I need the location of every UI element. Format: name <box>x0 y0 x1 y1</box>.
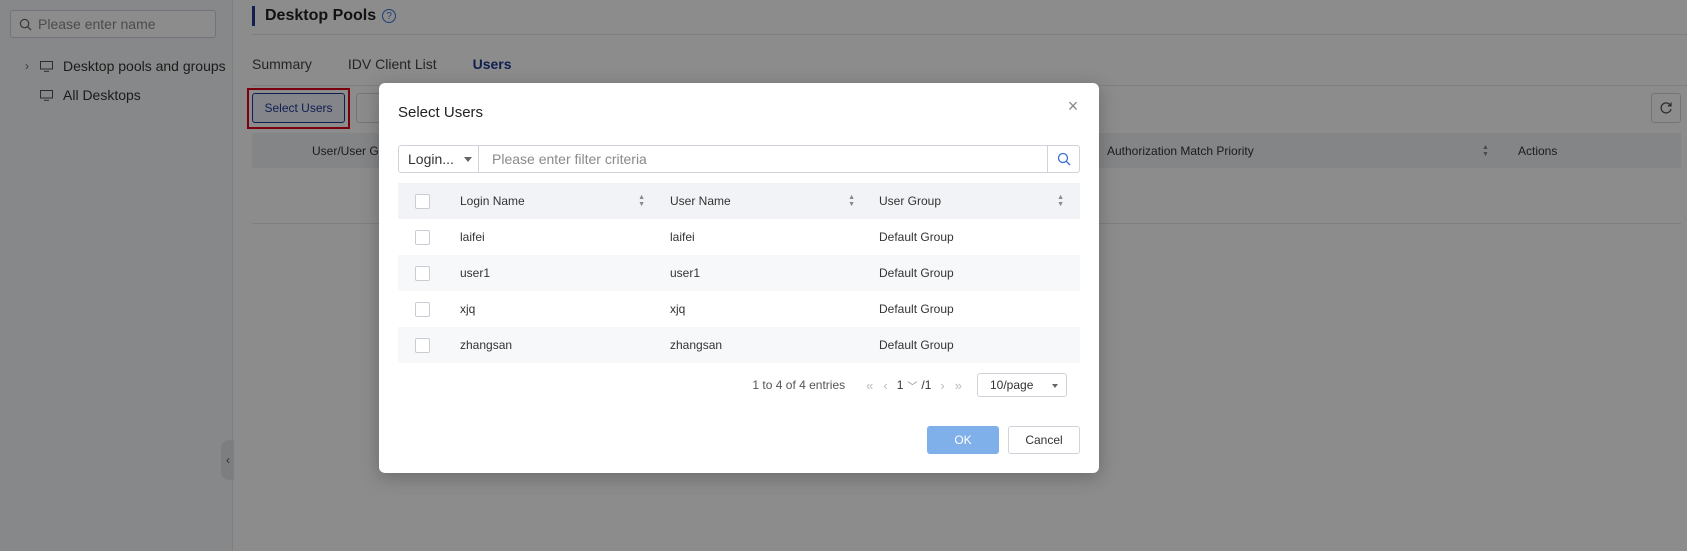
cell-user-name: user1 <box>670 266 701 280</box>
row-checkbox[interactable] <box>415 265 430 281</box>
cell-user-group: Default Group <box>879 302 954 316</box>
filter-field-select[interactable]: Login... <box>399 146 479 172</box>
sort-icon: ▲▼ <box>848 194 855 208</box>
ok-button[interactable]: OK <box>927 426 999 454</box>
page-size-select[interactable]: 10/page <box>977 373 1067 397</box>
column-header-login-name[interactable]: Login Name ▲ ▼ <box>460 194 645 208</box>
dialog-title: Select Users <box>398 104 484 121</box>
table-row[interactable]: laifei laifei Default Group <box>398 219 1080 255</box>
search-icon <box>1057 152 1070 166</box>
select-all-checkbox[interactable] <box>415 193 430 209</box>
filter-bar: Login... <box>398 145 1080 173</box>
cell-login-name: zhangsan <box>460 338 513 352</box>
cell-user-group: Default Group <box>879 230 954 244</box>
last-page-icon[interactable]: » <box>955 378 962 393</box>
first-page-icon[interactable]: « <box>866 378 873 393</box>
row-checkbox[interactable] <box>415 301 430 317</box>
column-header-label: Login Name <box>460 194 525 208</box>
column-header-user-group[interactable]: User Group ▲ ▼ <box>879 194 1064 208</box>
cell-user-name: xjq <box>670 302 686 316</box>
page-size-value: 10/page <box>990 378 1034 392</box>
row-checkbox[interactable] <box>415 229 430 245</box>
total-pages: /1 <box>921 378 932 392</box>
pagination-summary: 1 to 4 of 4 entries <box>752 378 846 392</box>
cell-user-group: Default Group <box>879 338 954 352</box>
filter-input[interactable] <box>479 146 1047 172</box>
close-icon[interactable]: × <box>1065 96 1081 116</box>
cell-user-group: Default Group <box>879 266 954 280</box>
cell-login-name: xjq <box>460 302 476 316</box>
caret-down-icon <box>464 157 472 162</box>
grid-header-row: Login Name ▲ ▼ User Name ▲ ▼ User Group ▲ ▼ <box>398 183 1080 219</box>
select-users-dialog: Select Users × Login... Login Name ▲▼ Use… <box>379 83 1099 473</box>
table-row[interactable]: xjq xjq Default Group <box>398 291 1080 327</box>
users-grid: Login Name ▲ ▼ User Name ▲ ▼ User Group ▲ ▼ la… <box>398 183 1080 363</box>
cancel-button[interactable]: Cancel <box>1008 426 1080 454</box>
cell-user-name: laifei <box>670 230 695 244</box>
table-row[interactable]: user1 user1 Default Group <box>398 255 1080 291</box>
prev-page-icon[interactable]: ‹ <box>883 378 887 393</box>
sort-icon: ▲▼ <box>1057 194 1064 208</box>
filter-field-value: Login... <box>408 151 454 167</box>
cell-user-name: zhangsan <box>670 338 723 352</box>
cell-login-name: user1 <box>460 266 491 280</box>
column-header-label: User Name <box>670 194 731 208</box>
current-page: 1 <box>896 378 904 392</box>
column-header-label: User Group <box>879 194 942 208</box>
next-page-icon[interactable]: › <box>940 378 944 393</box>
column-header-user-name[interactable]: User Name ▲ ▼ <box>670 194 855 208</box>
current-page-select[interactable]: 1 ﹀/1 <box>897 378 932 393</box>
pagination: 1 to 4 of 4 entries « ‹ 1 ﹀/1 › » 10/page <box>398 373 1080 397</box>
caret-down-icon <box>1052 384 1058 388</box>
table-row[interactable]: zhangsan zhangsan Default Group <box>398 327 1080 363</box>
filter-search-button[interactable] <box>1047 146 1079 172</box>
sort-icon: ▲▼ <box>638 194 645 208</box>
cell-login-name: laifei <box>460 230 485 244</box>
chevron-down-icon: ﹀ <box>907 381 918 393</box>
row-checkbox[interactable] <box>415 337 430 353</box>
